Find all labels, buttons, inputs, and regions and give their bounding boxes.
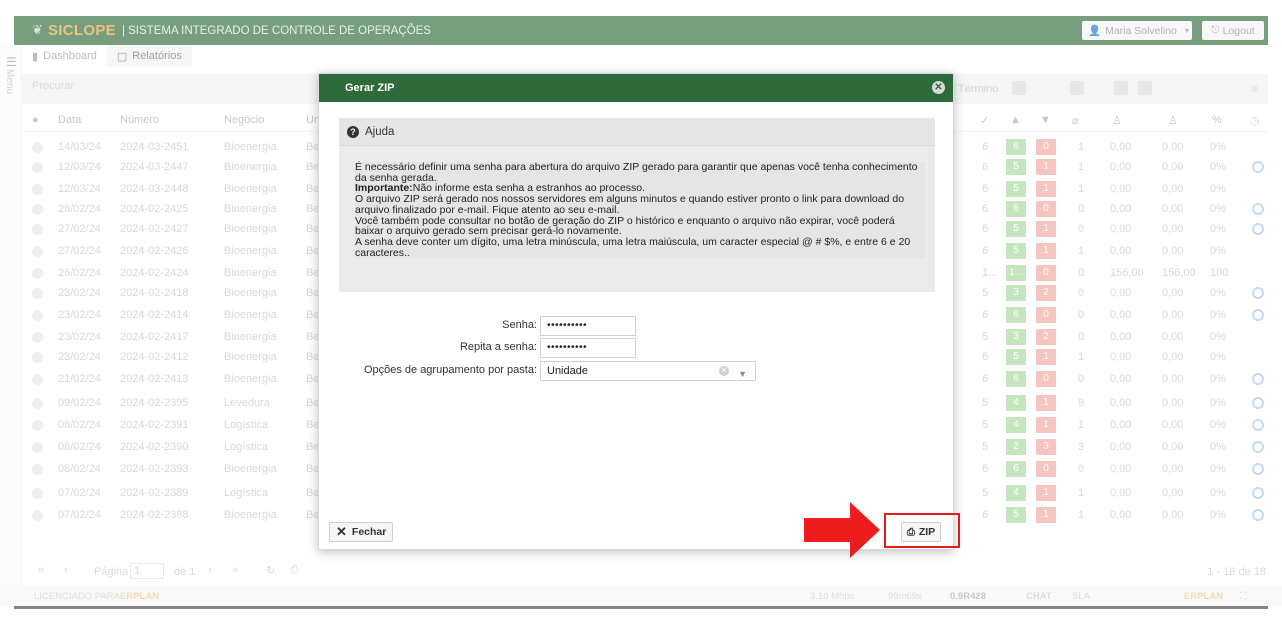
dialog-title: Gerar ZIP (345, 82, 395, 94)
repita-senha-field[interactable]: •••••••••• (540, 338, 636, 358)
agrupamento-value: Unidade (547, 365, 588, 377)
help-header[interactable]: ? Ajuda (339, 118, 935, 146)
chevron-down-icon[interactable]: ▼ (738, 365, 747, 383)
help-text: É necessário definir uma senha para aber… (355, 161, 925, 259)
repita-label: Repita a senha: (459, 341, 537, 353)
close-x-icon: ✕ (336, 524, 347, 539)
zip-highlight (884, 513, 960, 548)
opcoes-row: Opções de agrupamento por pasta: (319, 361, 537, 381)
senha-field[interactable]: •••••••••• (540, 316, 636, 336)
gerar-zip-dialog: Gerar ZIP ✕ ? Ajuda É necessário definir… (318, 73, 954, 550)
fechar-button[interactable]: ✕ Fechar (329, 522, 394, 542)
red-arrow-icon (804, 502, 880, 558)
repita-row: Repita a senha: (319, 338, 537, 358)
dialog-header: Gerar ZIP ✕ (319, 74, 953, 102)
question-icon: ? (347, 125, 359, 138)
help-panel: ? Ajuda É necessário definir uma senha p… (339, 118, 935, 292)
clear-icon[interactable]: ✕ (719, 366, 729, 376)
help-line: É necessário definir uma senha para aber… (355, 161, 918, 184)
senha-label: Senha: (502, 319, 537, 331)
help-line: A senha deve conter um dígito, uma letra… (355, 235, 911, 259)
opcoes-label: Opções de agrupamento por pasta: (363, 364, 537, 376)
help-title: Ajuda (365, 125, 395, 138)
senha-row: Senha: (319, 316, 537, 336)
help-line: O arquivo ZIP será gerado nos nossos ser… (355, 193, 905, 216)
help-line: Você também pode consultar no botão de g… (355, 214, 895, 238)
agrupamento-select[interactable]: Unidade ✕ ▼ (540, 361, 756, 381)
close-icon[interactable]: ✕ (932, 81, 945, 94)
fechar-label: Fechar (351, 526, 387, 538)
